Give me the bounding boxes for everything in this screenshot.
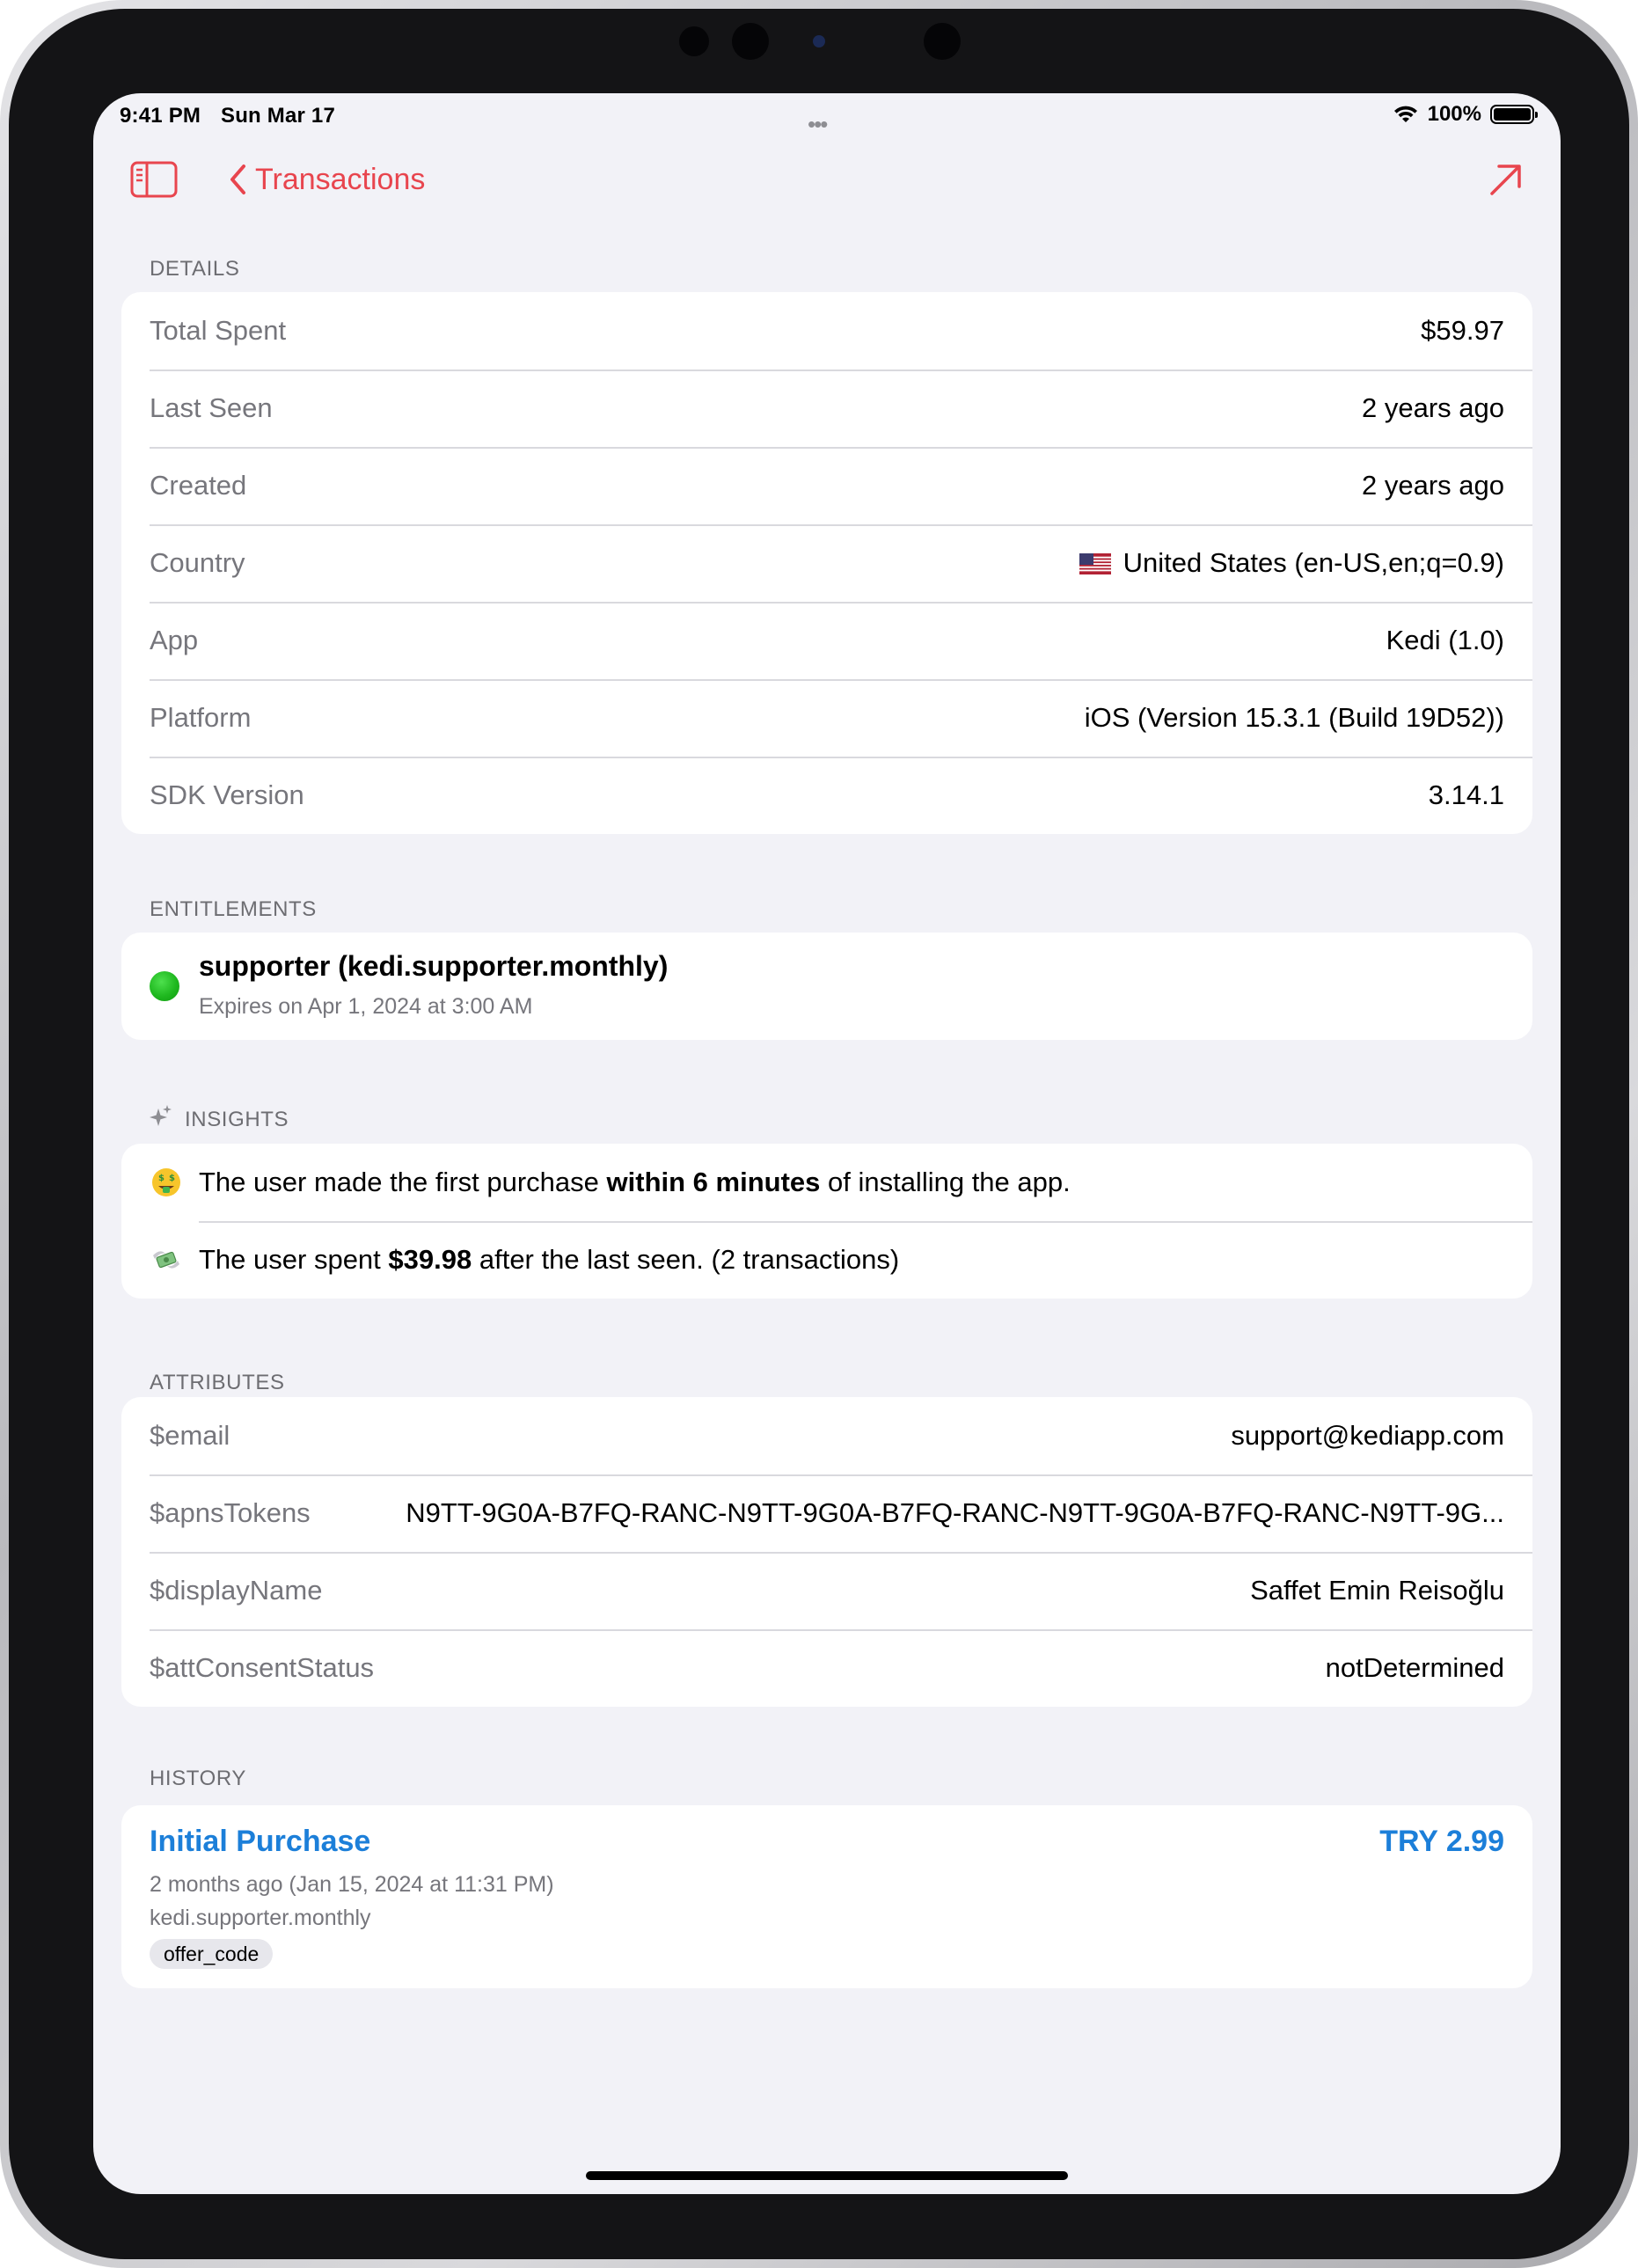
detail-label: Total Spent	[150, 315, 287, 346]
attribute-value: N9TT-9G0A-B7FQ-RANC-N9TT-9G0A-B7FQ-RANC-…	[406, 1497, 1504, 1528]
detail-label: Created	[150, 470, 247, 501]
back-button-label: Transactions	[255, 162, 426, 196]
multitasking-dots-icon[interactable]: •••	[808, 111, 828, 138]
money-mouth-face-icon: $ $	[152, 1168, 180, 1196]
back-button[interactable]: Transactions	[229, 158, 425, 201]
detail-value-country: United States (en-US,en;q=0.9)	[1079, 547, 1504, 579]
navigation-bar: Transactions	[93, 146, 1561, 216]
attribute-label: $email	[150, 1420, 230, 1451]
insight-text-part: The user made the first purchase	[199, 1167, 607, 1197]
insight-highlight: $39.98	[388, 1244, 472, 1275]
detail-value: $59.97	[1421, 315, 1504, 346]
detail-row-sdk-version: SDK Version 3.14.1	[121, 757, 1532, 834]
offer-code-tag: offer_code	[150, 1939, 274, 1969]
detail-row-total-spent: Total Spent $59.97	[121, 292, 1532, 369]
insight-text: The user spent $39.98 after the last see…	[199, 1244, 899, 1276]
chevron-left-icon	[230, 165, 245, 194]
detail-value: 2 years ago	[1362, 470, 1504, 501]
detail-row-platform: Platform iOS (Version 15.3.1 (Build 19D5…	[121, 679, 1532, 757]
detail-value: 3.14.1	[1428, 779, 1504, 810]
attribute-value: notDetermined	[1325, 1652, 1504, 1683]
transaction-price: TRY 2.99	[1379, 1825, 1504, 1858]
attributes-header: ATTRIBUTES	[150, 1371, 285, 1394]
ipad-frame: 9:41 PM Sun Mar 17 ••• 100% Transactions…	[0, 0, 1638, 2268]
screen: 9:41 PM Sun Mar 17 ••• 100% Transactions…	[93, 93, 1561, 2194]
device-bezel: 9:41 PM Sun Mar 17 ••• 100% Transactions…	[9, 9, 1629, 2259]
detail-row-created: Created 2 years ago	[121, 447, 1532, 524]
attribute-row-apns-tokens: $apnsTokens N9TT-9G0A-B7FQ-RANC-N9TT-9G0…	[121, 1474, 1532, 1552]
insights-card: $ $ The user made the first purchase wit…	[121, 1144, 1532, 1299]
battery-fill	[1494, 108, 1531, 121]
details-header: DETAILS	[150, 257, 240, 281]
detail-label: App	[150, 625, 199, 655]
insight-item: The user spent $39.98 after the last see…	[121, 1221, 1532, 1299]
detail-label: SDK Version	[150, 779, 304, 810]
insights-header: INSIGHTS	[150, 1105, 289, 1132]
detail-label: Country	[150, 547, 245, 578]
detail-value: Kedi (1.0)	[1386, 625, 1504, 655]
entitlement-item[interactable]: supporter (kedi.supporter.monthly) Expir…	[121, 933, 1532, 1040]
camera-lens	[732, 23, 769, 60]
insights-header-label: INSIGHTS	[185, 1108, 289, 1131]
camera-sensor	[679, 26, 709, 56]
camera-indicator	[813, 35, 825, 48]
home-indicator[interactable]	[586, 2171, 1068, 2180]
attribute-row-att-consent-status: $attConsentStatus notDetermined	[121, 1629, 1532, 1707]
insight-text-part: after the last seen. (2 transactions)	[472, 1244, 900, 1275]
attribute-label: $apnsTokens	[150, 1497, 311, 1528]
entitlements-card: supporter (kedi.supporter.monthly) Expir…	[121, 933, 1532, 1040]
insight-highlight: within 6 minutes	[606, 1167, 821, 1197]
transaction-date: 2 months ago (Jan 15, 2024 at 11:31 PM)	[150, 1872, 554, 1897]
history-item[interactable]: Initial Purchase TRY 2.99 2 months ago (…	[121, 1805, 1532, 1988]
status-bar: 9:41 PM Sun Mar 17 ••• 100%	[93, 93, 1561, 139]
detail-value: iOS (Version 15.3.1 (Build 19D52))	[1084, 702, 1504, 733]
attribute-value: Saffet Emin Reisoğlu	[1250, 1575, 1504, 1606]
country-value: United States (en-US,en;q=0.9)	[1122, 547, 1504, 578]
detail-value: 2 years ago	[1362, 392, 1504, 423]
detail-row-app: App Kedi (1.0)	[121, 602, 1532, 679]
camera-sensor-right	[924, 23, 961, 60]
detail-row-last-seen: Last Seen 2 years ago	[121, 369, 1532, 447]
status-time: 9:41 PM	[120, 104, 201, 128]
us-flag-icon	[1079, 553, 1111, 574]
entitlement-expiry: Expires on Apr 1, 2024 at 3:00 AM	[199, 994, 533, 1019]
detail-row-country: Country United States (en-US,en;q=0.9)	[121, 524, 1532, 602]
svg-text:$: $	[158, 1174, 165, 1183]
svg-text:$: $	[169, 1174, 175, 1183]
open-external-arrow-icon[interactable]	[1487, 160, 1525, 199]
entitlements-header: ENTITLEMENTS	[150, 897, 317, 921]
status-date: Sun Mar 17	[220, 104, 336, 128]
transaction-product-id: kedi.supporter.monthly	[150, 1906, 371, 1930]
status-time-date: 9:41 PM Sun Mar 17	[120, 104, 349, 128]
attribute-value: support@kediapp.com	[1231, 1420, 1504, 1451]
insight-text-part: The user spent	[199, 1244, 389, 1275]
attributes-card: $email support@kediapp.com $apnsTokens N…	[121, 1397, 1532, 1707]
active-status-dot	[150, 971, 179, 1001]
wifi-icon	[1393, 106, 1417, 122]
insight-text-part: of installing the app.	[820, 1167, 1071, 1197]
battery-percentage: 100%	[1427, 102, 1481, 126]
insight-item: $ $ The user made the first purchase wit…	[121, 1144, 1532, 1221]
battery-icon	[1490, 105, 1538, 124]
details-card: Total Spent $59.97 Last Seen 2 years ago…	[121, 292, 1532, 834]
detail-label: Platform	[150, 702, 252, 733]
entitlement-title: supporter (kedi.supporter.monthly)	[199, 950, 669, 982]
attribute-row-display-name: $displayName Saffet Emin Reisoğlu	[121, 1552, 1532, 1629]
attribute-label: $displayName	[150, 1575, 323, 1606]
status-indicators: 100%	[1393, 102, 1538, 127]
detail-label: Last Seen	[150, 392, 273, 423]
transaction-type: Initial Purchase	[150, 1825, 371, 1858]
history-header: HISTORY	[150, 1767, 247, 1790]
attribute-row-email: $email support@kediapp.com	[121, 1397, 1532, 1474]
attribute-label: $attConsentStatus	[150, 1652, 375, 1683]
insight-text: The user made the first purchase within …	[199, 1167, 1071, 1198]
money-with-wings-icon	[153, 1251, 179, 1269]
sparkle-icon	[150, 1105, 172, 1126]
sidebar-toggle-icon[interactable]	[130, 160, 178, 199]
